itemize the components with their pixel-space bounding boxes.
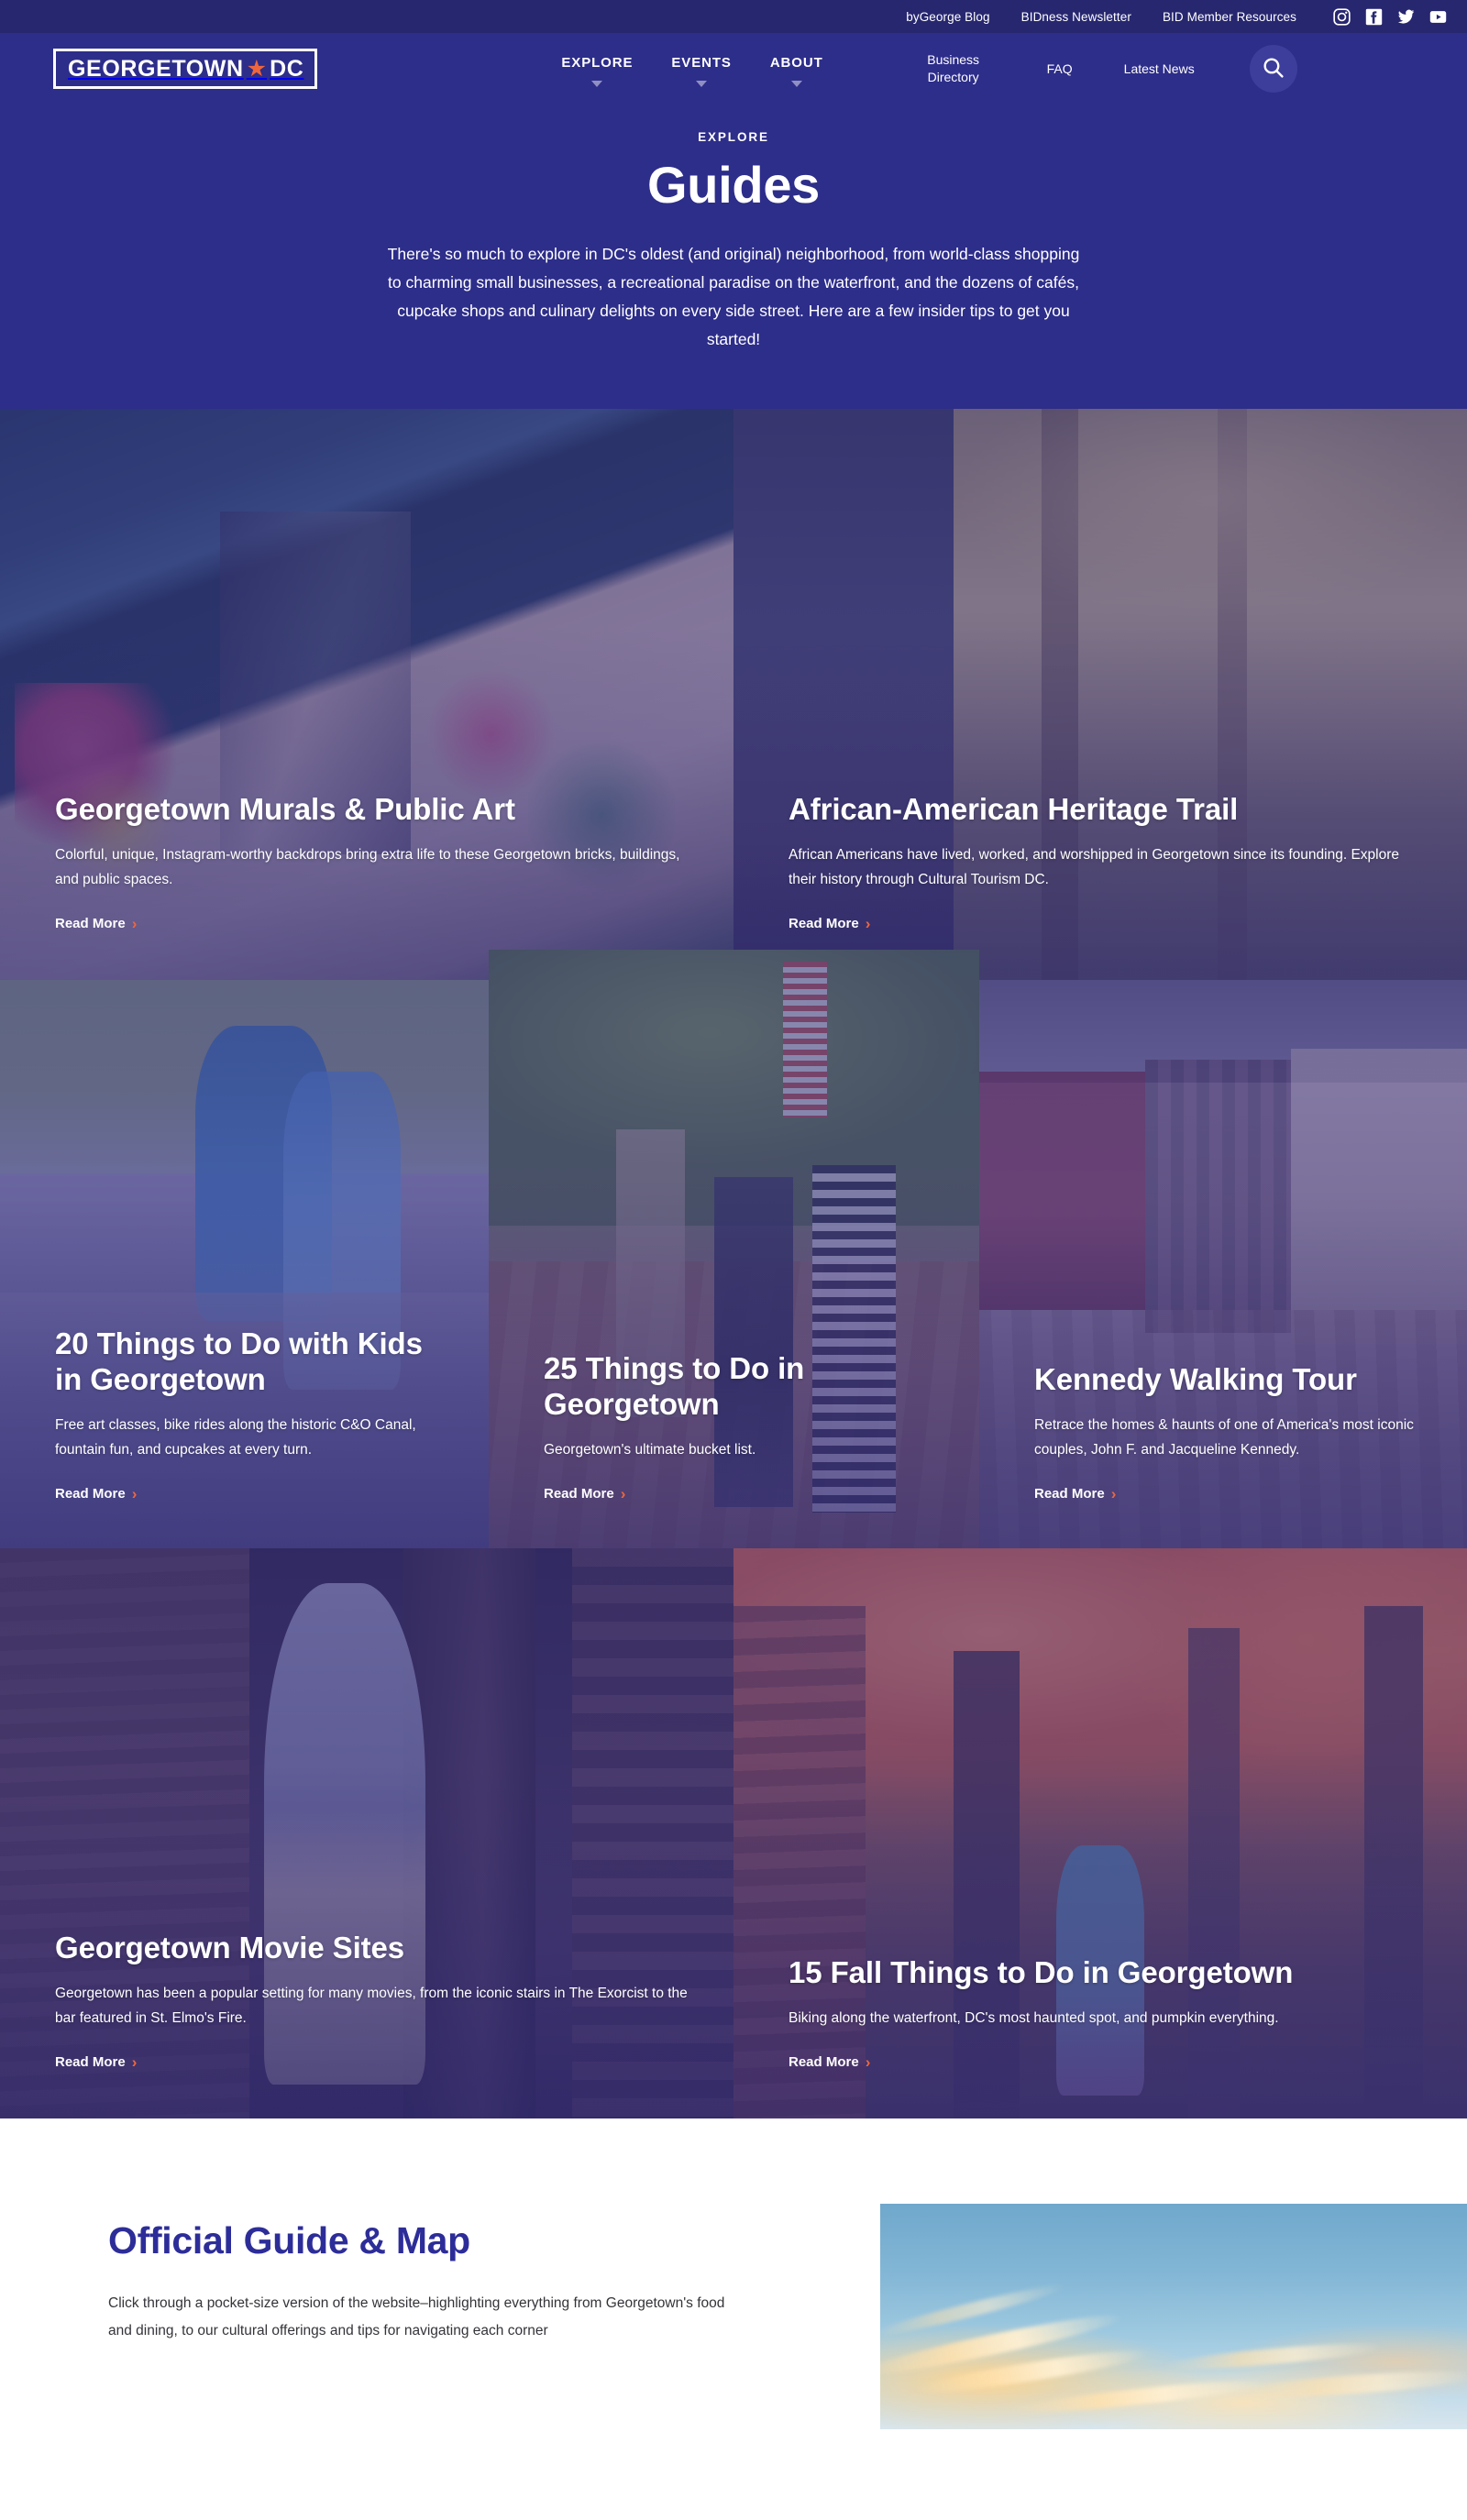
- search-button[interactable]: [1249, 45, 1297, 93]
- card-description: Free art classes, bike rides along the h…: [55, 1417, 416, 1458]
- nav-item-events-label: EVENTS: [671, 54, 732, 71]
- nav-item-events[interactable]: EVENTS: [671, 55, 731, 87]
- nav-item-explore[interactable]: EXPLORE: [561, 55, 633, 87]
- card-title: Kennedy Walking Tour: [1034, 1362, 1357, 1397]
- card-title: Georgetown Movie Sites: [55, 1931, 405, 1965]
- read-more-label: Read More: [55, 1486, 126, 1502]
- read-more-link[interactable]: Read More ›: [544, 1486, 625, 1502]
- guides-page: byGeorge Blog BIDness Newsletter BID Mem…: [0, 0, 1467, 2430]
- twitter-icon[interactable]: [1397, 8, 1415, 26]
- youtube-icon[interactable]: [1429, 8, 1447, 26]
- chevron-right-icon: ›: [1110, 1485, 1117, 1503]
- official-guide-title: Official Guide & Map: [108, 2219, 470, 2262]
- guide-card-25-things-to-do[interactable]: 25 Things to Do in Georgetown Georgetown…: [489, 950, 979, 1549]
- card-content: Georgetown Movie Sites Georgetown has be…: [55, 1931, 697, 2071]
- page-title: Guides: [646, 156, 821, 214]
- chevron-right-icon: ›: [131, 915, 138, 933]
- utility-bar: byGeorge Blog BIDness Newsletter BID Mem…: [0, 0, 1467, 33]
- main-navigation: GEORGETOWN ★ DC EXPLORE EVENTS ABOUT Bus…: [0, 33, 1467, 105]
- utility-link-bidness-newsletter[interactable]: BIDness Newsletter: [1021, 10, 1131, 24]
- official-guide-section: Official Guide & Map Click through a poc…: [0, 2118, 1467, 2430]
- card-title: 15 Fall Things to Do in Georgetown: [789, 1955, 1294, 1990]
- card-description: Retrace the homes & haunts of one of Ame…: [1034, 1417, 1414, 1458]
- read-more-label: Read More: [55, 916, 126, 932]
- card-title: Georgetown Murals & Public Art: [55, 792, 515, 827]
- nav-item-business-directory[interactable]: Business Directory: [911, 51, 996, 86]
- guide-card-15-fall-things-to-do[interactable]: 15 Fall Things to Do in Georgetown Bikin…: [734, 1548, 1467, 2119]
- card-description: Georgetown's ultimate bucket list.: [544, 1442, 756, 1458]
- read-more-label: Read More: [544, 1486, 614, 1502]
- guides-card-grid: Georgetown Murals & Public Art Colorful,…: [0, 409, 1467, 2119]
- official-guide-image: [880, 2204, 1467, 2430]
- utility-link-bid-member-resources[interactable]: BID Member Resources: [1163, 10, 1296, 24]
- primary-nav: EXPLORE EVENTS ABOUT: [561, 51, 822, 87]
- read-more-label: Read More: [789, 2054, 859, 2071]
- nav-item-faq[interactable]: FAQ: [1047, 61, 1073, 78]
- guide-card-kennedy-walking-tour[interactable]: Kennedy Walking Tour Retrace the homes &…: [979, 980, 1467, 1549]
- facebook-icon[interactable]: [1365, 8, 1383, 26]
- card-title: 20 Things to Do with Kids in Georgetown: [55, 1326, 423, 1397]
- nav-item-explore-label: EXPLORE: [561, 54, 634, 71]
- card-description: Biking along the waterfront, DC's most h…: [789, 2010, 1279, 2027]
- logo-text-right: DC: [270, 55, 304, 82]
- read-more-label: Read More: [789, 916, 859, 932]
- card-title: 25 Things to Do in Georgetown: [544, 1351, 805, 1422]
- social-links: [1333, 7, 1447, 26]
- guide-card-african-american-heritage-trail[interactable]: African-American Heritage Trail African …: [734, 409, 1467, 981]
- read-more-label: Read More: [55, 2054, 126, 2071]
- card-content: 15 Fall Things to Do in Georgetown Bikin…: [789, 1955, 1430, 2071]
- card-description: African Americans have lived, worked, an…: [789, 847, 1400, 888]
- card-content: Kennedy Walking Tour Retrace the homes &…: [1034, 1362, 1423, 1502]
- read-more-link[interactable]: Read More ›: [1034, 1486, 1116, 1502]
- chevron-right-icon: ›: [865, 915, 871, 933]
- guide-card-georgetown-movie-sites[interactable]: Georgetown Movie Sites Georgetown has be…: [0, 1548, 734, 2119]
- read-more-link[interactable]: Read More ›: [789, 916, 870, 931]
- read-more-link[interactable]: Read More ›: [55, 916, 137, 931]
- hero-eyebrow: EXPLORE: [698, 130, 769, 144]
- nav-item-latest-news[interactable]: Latest News: [1124, 61, 1195, 78]
- search-icon: [1262, 56, 1285, 82]
- card-content: African-American Heritage Trail African …: [789, 792, 1430, 932]
- site-logo[interactable]: GEORGETOWN ★ DC: [53, 49, 318, 89]
- chevron-down-icon: [790, 80, 802, 87]
- nav-item-about-label: ABOUT: [769, 54, 823, 71]
- card-description: Georgetown has been a popular setting fo…: [55, 1986, 688, 2027]
- logo-text-left: GEORGETOWN: [68, 55, 244, 82]
- guide-card-georgetown-murals[interactable]: Georgetown Murals & Public Art Colorful,…: [0, 409, 734, 981]
- official-guide-description: Click through a pocket-size version of t…: [108, 2295, 725, 2338]
- read-more-label: Read More: [1034, 1486, 1105, 1502]
- read-more-link[interactable]: Read More ›: [789, 2054, 870, 2070]
- chevron-right-icon: ›: [620, 1485, 626, 1503]
- card-content: 20 Things to Do with Kids in Georgetown …: [55, 1326, 445, 1502]
- nav-item-about[interactable]: ABOUT: [770, 55, 823, 87]
- card-description: Colorful, unique, Instagram-worthy backd…: [55, 847, 680, 888]
- card-content: Georgetown Murals & Public Art Colorful,…: [55, 792, 697, 932]
- hero-description: There's so much to explore in DC's oldes…: [387, 244, 1080, 349]
- secondary-nav: Business Directory FAQ Latest News: [911, 45, 1297, 93]
- read-more-link[interactable]: Read More ›: [55, 2054, 137, 2070]
- chevron-right-icon: ›: [131, 2053, 138, 2072]
- chevron-down-icon: [591, 80, 603, 87]
- chevron-right-icon: ›: [865, 2053, 871, 2072]
- chevron-right-icon: ›: [131, 1485, 138, 1503]
- chevron-down-icon: [696, 80, 708, 87]
- hero-section: EXPLORE Guides There's so much to explor…: [0, 105, 1467, 410]
- read-more-link[interactable]: Read More ›: [55, 1486, 137, 1502]
- instagram-icon[interactable]: [1333, 7, 1351, 26]
- utility-link-bygeorge-blog[interactable]: byGeorge Blog: [906, 10, 989, 24]
- official-guide-text: Official Guide & Map Click through a poc…: [108, 2219, 750, 2344]
- guide-card-20-things-to-do-with-kids[interactable]: 20 Things to Do with Kids in Georgetown …: [0, 980, 489, 1549]
- card-title: African-American Heritage Trail: [789, 792, 1239, 827]
- card-content: 25 Things to Do in Georgetown Georgetown…: [544, 1351, 935, 1502]
- logo-star-icon: ★: [246, 55, 268, 82]
